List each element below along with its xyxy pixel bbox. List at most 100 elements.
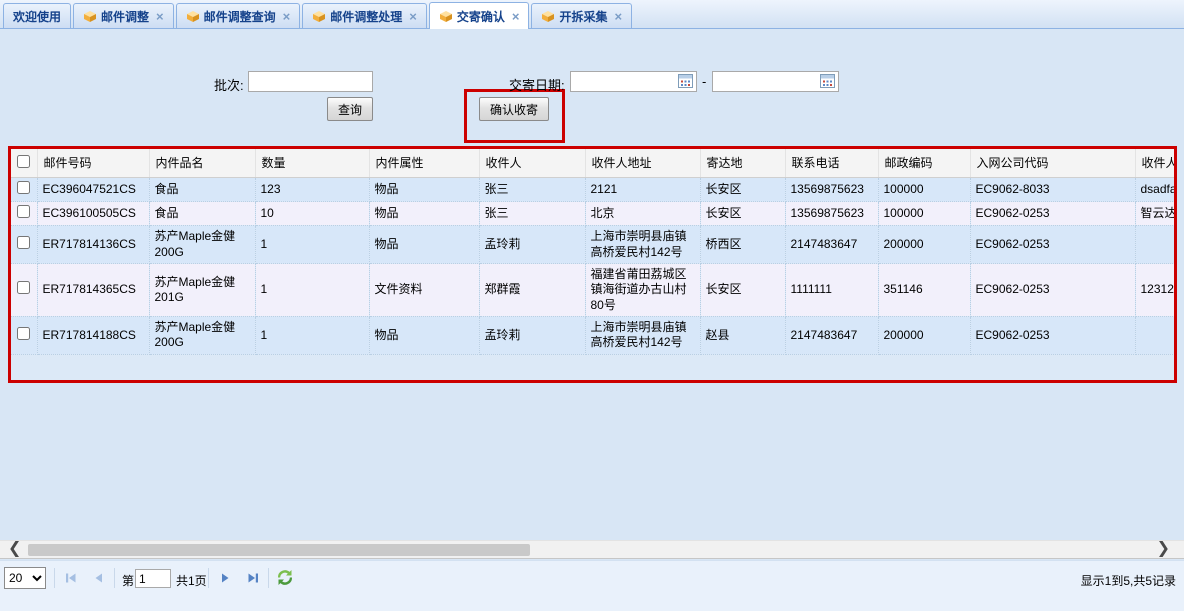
first-page-icon[interactable] — [62, 569, 80, 587]
table-cell: 物品 — [369, 226, 479, 264]
scrollbar-thumb[interactable] — [28, 544, 530, 556]
table-cell: EC9062-0253 — [970, 226, 1135, 264]
table-header-row: 邮件号码内件品名数量内件属性收件人收件人地址寄达地联系电话邮政编码入网公司代码收… — [11, 149, 1177, 177]
table-cell: 桥西区 — [700, 226, 785, 264]
table-cell: 张三 — [479, 201, 585, 225]
last-page-icon[interactable] — [244, 569, 262, 587]
column-header: 入网公司代码 — [970, 149, 1135, 177]
date-range-separator: - — [702, 74, 706, 89]
row-checkbox[interactable] — [17, 205, 30, 218]
column-header: 寄达地 — [700, 149, 785, 177]
batch-input[interactable] — [248, 71, 373, 92]
calendar-icon[interactable] — [820, 74, 835, 88]
confirm-receive-button[interactable]: 确认收寄 — [479, 97, 549, 121]
page-label-prefix: 第 — [122, 572, 134, 589]
query-button[interactable]: 查询 — [327, 97, 373, 121]
table-cell: 赵县 — [700, 317, 785, 355]
row-checkbox[interactable] — [17, 236, 30, 249]
select-all-checkbox[interactable] — [17, 155, 30, 168]
page-number-input[interactable] — [135, 569, 171, 588]
table-cell: EC396100505CS — [37, 201, 149, 225]
column-header: 内件属性 — [369, 149, 479, 177]
table-cell: 100000 — [878, 201, 970, 225]
table-cell: 351146 — [878, 263, 970, 316]
row-checkbox[interactable] — [17, 181, 30, 194]
package-icon — [83, 10, 97, 23]
close-icon[interactable]: × — [283, 9, 291, 24]
row-checkbox[interactable] — [17, 327, 30, 340]
package-icon — [312, 10, 326, 23]
table-cell: 2147483647 — [785, 317, 878, 355]
table-cell: 上海市崇明县庙镇高桥爱民村142号 — [585, 226, 700, 264]
tab-label: 交寄确认 — [457, 8, 505, 25]
table-row[interactable]: ER717814365CS苏产Maple金健201G1文件资料郑群霞福建省莆田荔… — [11, 263, 1177, 316]
tab-label: 欢迎使用 — [13, 8, 61, 25]
table-cell: ER717814136CS — [37, 226, 149, 264]
calendar-icon[interactable] — [678, 74, 693, 88]
close-icon[interactable]: × — [156, 9, 164, 24]
table-row[interactable]: EC396100505CS食品10物品张三北京长安区13569875623100… — [11, 201, 1177, 225]
table-cell: 孟玲莉 — [479, 226, 585, 264]
horizontal-scrollbar[interactable]: ❮ ❯ — [0, 540, 1184, 559]
tab-欢迎使用[interactable]: 欢迎使用 — [3, 3, 71, 28]
table-cell: 北京 — [585, 201, 700, 225]
page-count-label: 共1页 — [176, 572, 207, 589]
table-cell: 1 — [255, 317, 369, 355]
column-header: 收件人地址 — [585, 149, 700, 177]
table-cell: 孟玲莉 — [479, 317, 585, 355]
table-cell: EC9062-0253 — [970, 201, 1135, 225]
table-cell: 100000 — [878, 177, 970, 201]
record-info: 显示1到5,共5记录 — [1081, 572, 1176, 589]
pager-separator — [54, 568, 55, 588]
table-cell: 200000 — [878, 226, 970, 264]
close-icon[interactable]: × — [512, 9, 520, 24]
table-cell: 苏产Maple金健201G — [149, 263, 255, 316]
column-header: 收件人单位 — [1135, 149, 1177, 177]
table-cell: 长安区 — [700, 177, 785, 201]
table-row[interactable]: ER717814188CS苏产Maple金健200G1物品孟玲莉上海市崇明县庙镇… — [11, 317, 1177, 355]
package-icon — [541, 10, 555, 23]
row-checkbox[interactable] — [17, 281, 30, 294]
table-cell: 长安区 — [700, 201, 785, 225]
tab-label: 邮件调整处理 — [330, 8, 402, 25]
table-cell: EC396047521CS — [37, 177, 149, 201]
table-cell: 张三 — [479, 177, 585, 201]
tab-交寄确认[interactable]: 交寄确认 × — [429, 2, 530, 29]
table-cell — [1135, 226, 1177, 264]
tab-邮件调整处理[interactable]: 邮件调整处理 × — [302, 3, 427, 28]
tab-bar: 欢迎使用邮件调整×邮件调整查询×邮件调整处理×交寄确认×开拆采集× — [0, 0, 1184, 29]
chevron-left-icon[interactable]: ❮ — [8, 539, 21, 558]
table-cell — [1135, 317, 1177, 355]
page-size-select[interactable]: 20 — [4, 567, 46, 589]
batch-label: 批次: — [214, 75, 244, 94]
mail-table: 邮件号码内件品名数量内件属性收件人收件人地址寄达地联系电话邮政编码入网公司代码收… — [11, 149, 1177, 355]
table-cell: 物品 — [369, 177, 479, 201]
table-row[interactable]: EC396047521CS食品123物品张三2121长安区13569875623… — [11, 177, 1177, 201]
results-grid: 邮件号码内件品名数量内件属性收件人收件人地址寄达地联系电话邮政编码入网公司代码收… — [8, 146, 1177, 383]
tab-邮件调整[interactable]: 邮件调整 × — [73, 3, 174, 28]
table-cell: 13569875623 — [785, 201, 878, 225]
tab-邮件调整查询[interactable]: 邮件调整查询 × — [176, 3, 301, 28]
column-header: 收件人 — [479, 149, 585, 177]
tab-label: 邮件调整 — [101, 8, 149, 25]
table-cell: 2147483647 — [785, 226, 878, 264]
close-icon[interactable]: × — [614, 9, 622, 24]
table-row[interactable]: ER717814136CS苏产Maple金健200G1物品孟玲莉上海市崇明县庙镇… — [11, 226, 1177, 264]
table-cell: EC9062-8033 — [970, 177, 1135, 201]
pager-separator — [208, 568, 209, 588]
column-header: 联系电话 — [785, 149, 878, 177]
prev-page-icon[interactable] — [90, 569, 108, 587]
refresh-icon[interactable] — [277, 570, 293, 585]
table-cell: ER717814365CS — [37, 263, 149, 316]
tab-开拆采集[interactable]: 开拆采集× — [531, 3, 632, 28]
tab-label: 邮件调整查询 — [204, 8, 276, 25]
column-header: 内件品名 — [149, 149, 255, 177]
table-cell: dsadfaf — [1135, 177, 1177, 201]
next-page-icon[interactable] — [216, 569, 234, 587]
table-cell: 1 — [255, 263, 369, 316]
table-cell: 123 — [255, 177, 369, 201]
close-icon[interactable]: × — [409, 9, 417, 24]
chevron-right-icon[interactable]: ❯ — [1157, 539, 1170, 558]
app-window: 欢迎使用邮件调整×邮件调整查询×邮件调整处理×交寄确认×开拆采集× 批次: 查询… — [0, 0, 1184, 611]
table-cell: 苏产Maple金健200G — [149, 226, 255, 264]
